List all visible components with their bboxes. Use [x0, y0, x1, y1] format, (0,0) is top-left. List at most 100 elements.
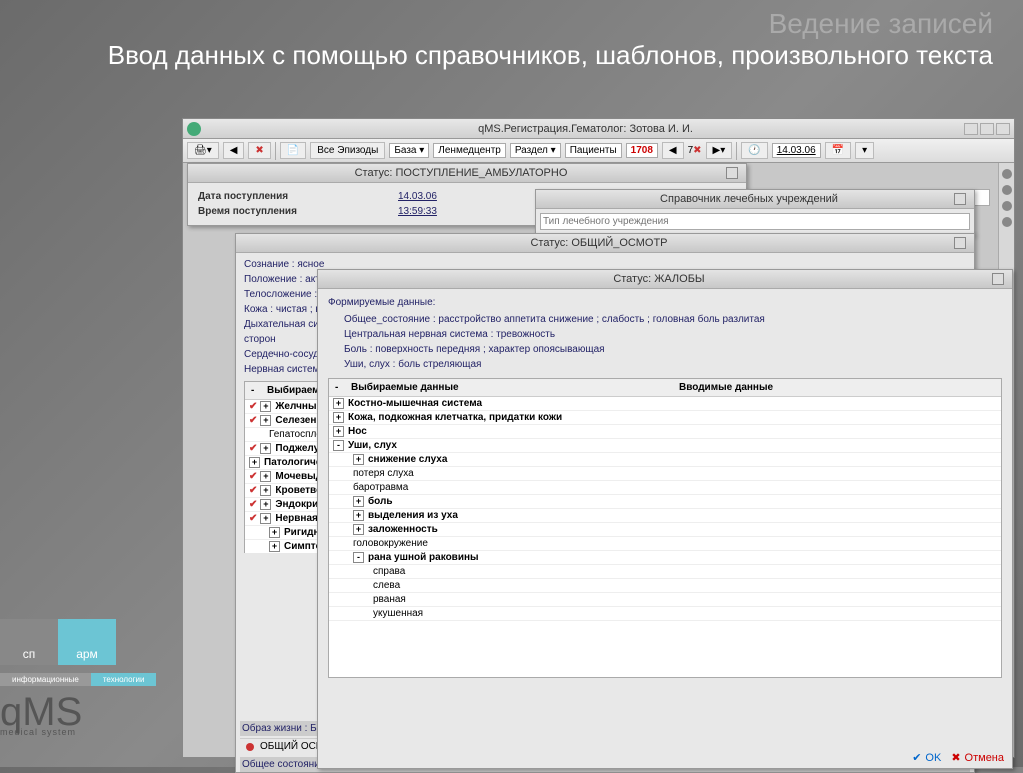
title-line-2: Ввод данных с помощью справочников, шабл… — [108, 40, 993, 71]
tree-item[interactable]: +заложенность — [329, 523, 1001, 537]
check-icon: ✔ — [249, 415, 257, 426]
panel-complaints: Статус: ЖАЛОБЫ Формируемые данные: Общее… — [317, 269, 1013, 769]
panel-btn[interactable] — [726, 167, 738, 179]
panel-btn[interactable] — [954, 237, 966, 249]
expand-icon[interactable]: + — [249, 457, 260, 468]
side-icon[interactable] — [1002, 201, 1012, 211]
expand-icon[interactable]: + — [353, 510, 364, 521]
expand-icon[interactable]: + — [269, 541, 280, 552]
side-icon[interactable] — [1002, 217, 1012, 227]
doc-button[interactable]: 📄 — [280, 142, 306, 159]
cal-button[interactable]: 📅 — [825, 142, 851, 159]
tree-label: Кожа, подкожная клетчатка, придатки кожи — [348, 412, 562, 423]
section-select[interactable]: Раздел ▾ — [510, 143, 561, 158]
expand-icon[interactable]: + — [353, 454, 364, 465]
expand-icon[interactable]: + — [260, 499, 271, 510]
maximize-button[interactable] — [980, 123, 994, 135]
date-label: Дата поступления — [198, 191, 398, 202]
minimize-button[interactable] — [964, 123, 978, 135]
expand-icon[interactable]: + — [260, 513, 271, 524]
check-icon: ✔ — [249, 485, 257, 496]
patients-select[interactable]: Пациенты — [565, 143, 622, 158]
time-value[interactable]: 13:59:33 — [398, 206, 437, 217]
expand-icon[interactable]: + — [333, 412, 344, 423]
nav-prev[interactable]: ◀ — [662, 142, 684, 159]
expand-icon[interactable]: - — [353, 552, 364, 563]
expand-icon[interactable]: + — [260, 415, 271, 426]
title-line-1: Ведение записей — [108, 8, 993, 40]
close-button[interactable] — [996, 123, 1010, 135]
ref-title: Справочник лечебных учреждений — [544, 193, 954, 205]
expand-icon[interactable]: + — [353, 524, 364, 535]
delete-button[interactable]: ✖ — [248, 142, 270, 159]
info-1: информационные — [0, 673, 91, 686]
expand-icon[interactable]: + — [260, 443, 271, 454]
tree-label: баротравма — [353, 482, 408, 493]
tree-item[interactable]: слева — [329, 579, 1001, 593]
logo-block-2: арм — [58, 619, 116, 665]
check-icon: ✔ — [249, 471, 257, 482]
app-window: qMS.Регистрация.Гематолог: Зотова И. И. … — [182, 118, 1015, 758]
side-icon[interactable] — [1002, 185, 1012, 195]
expand-icon[interactable]: + — [269, 527, 280, 538]
tree-item[interactable]: + Костно-мышечная система — [329, 397, 1001, 411]
app-icon — [187, 122, 201, 136]
panel-btn[interactable] — [992, 273, 1004, 285]
tree-label: справа — [373, 566, 405, 577]
ok-button[interactable]: ✔ OK — [912, 751, 941, 764]
tree-item[interactable]: потеря слуха — [329, 467, 1001, 481]
expand-icon[interactable]: - — [333, 440, 344, 451]
tree-label: Уши, слух — [348, 440, 397, 451]
logo-area: сп арм информационные технологии qMS med… — [0, 619, 156, 737]
date-value[interactable]: 14.03.06 — [398, 191, 437, 202]
panel3-title: Статус: ЖАЛОБЫ — [326, 273, 992, 285]
form-item: Уши, слух : боль стреляющая — [328, 357, 1002, 372]
expand-icon[interactable]: + — [333, 426, 344, 437]
tree-label: Нос — [348, 426, 367, 437]
tree-item[interactable]: + снижение слуха — [329, 453, 1001, 467]
form-item: Боль : поверхность передняя ; характер о… — [328, 342, 1002, 357]
tree-item[interactable]: +выделения из уха — [329, 509, 1001, 523]
expand-icon[interactable]: + — [260, 401, 271, 412]
tree-label: снижение слуха — [368, 454, 447, 465]
tree-item[interactable]: + Кожа, подкожная клетчатка, придатки кож… — [329, 411, 1001, 425]
tree-item[interactable]: справа — [329, 565, 1001, 579]
more-button[interactable]: ▾ — [855, 142, 874, 159]
check-icon: ✔ — [249, 401, 257, 412]
panel-btn[interactable] — [954, 193, 966, 205]
expand-icon[interactable]: + — [333, 398, 344, 409]
time-label: Время поступления — [198, 206, 398, 217]
expand-icon[interactable]: + — [260, 471, 271, 482]
formdata: Формируемые данные: Общее_состояние : ра… — [328, 295, 1002, 374]
check-icon: ✔ — [249, 499, 257, 510]
tree-item[interactable]: -Уши, слух — [329, 439, 1001, 453]
tree-item[interactable]: -рана ушной раковины — [329, 551, 1001, 565]
tree-item[interactable]: баротравма — [329, 481, 1001, 495]
nav-next[interactable]: ▶▾ — [706, 142, 733, 159]
count: 7✖ — [688, 145, 702, 156]
nav-left[interactable]: ◀ — [223, 142, 245, 159]
panel-reference: Справочник лечебных учреждений — [535, 189, 975, 235]
all-episodes[interactable]: Все Эпизоды — [310, 142, 385, 159]
expand-icon[interactable]: + — [260, 485, 271, 496]
panel1-title: Статус: ПОСТУПЛЕНИЕ_АМБУЛАТОРНО — [196, 167, 726, 179]
print-button[interactable]: 🖨▾ — [187, 142, 219, 159]
tree-label: Костно-мышечная система — [348, 398, 482, 409]
date-field[interactable]: 14.03.06 — [772, 143, 821, 158]
form-item: Центральная нервная система : тревожност… — [328, 327, 1002, 342]
tree-item[interactable]: + Нос — [329, 425, 1001, 439]
tree-item[interactable]: +боль — [329, 495, 1001, 509]
tree-label: головокружение — [353, 538, 428, 549]
cancel-button[interactable]: ✖ Отмена — [951, 751, 1004, 764]
center-select[interactable]: Ленмедцентр — [433, 143, 506, 158]
side-icon[interactable] — [1002, 169, 1012, 179]
check-icon: ✔ — [249, 513, 257, 524]
tree-item[interactable]: головокружение — [329, 537, 1001, 551]
time-button[interactable]: 🕐 — [741, 142, 767, 159]
check-icon: ✔ — [249, 443, 257, 454]
db-select[interactable]: База ▾ — [389, 143, 429, 158]
tree-item[interactable]: укушенная — [329, 607, 1001, 621]
ref-input[interactable] — [540, 213, 970, 230]
tree-item[interactable]: рваная — [329, 593, 1001, 607]
expand-icon[interactable]: + — [353, 496, 364, 507]
